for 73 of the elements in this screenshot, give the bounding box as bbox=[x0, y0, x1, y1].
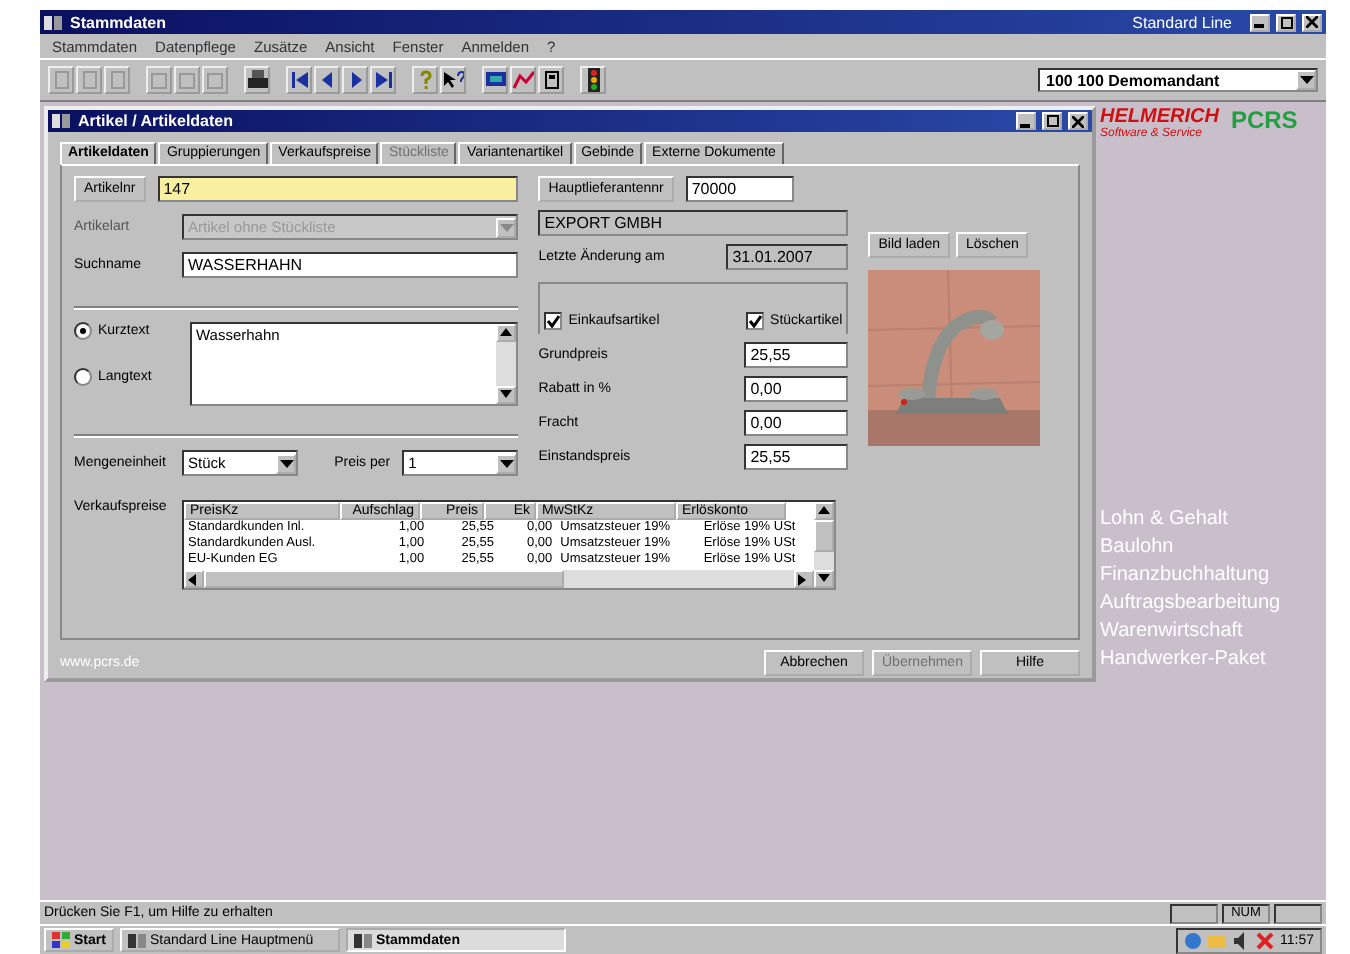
close-icon bbox=[1306, 16, 1318, 28]
printer-icon[interactable] bbox=[244, 66, 270, 94]
clipboard-icon[interactable] bbox=[174, 66, 200, 94]
scroll-thumb[interactable] bbox=[814, 520, 834, 552]
window-title: Artikel / Artikeldaten bbox=[78, 112, 234, 130]
traffic-light-icon[interactable] bbox=[580, 66, 606, 94]
supplier-number-field[interactable]: 70000 bbox=[685, 176, 794, 202]
dropdown-button[interactable] bbox=[1296, 70, 1316, 90]
window-title: Stammdaten bbox=[70, 13, 167, 31]
calculator-icon[interactable] bbox=[538, 66, 564, 94]
scrollbar[interactable] bbox=[184, 570, 814, 588]
brand-mark: PCRS bbox=[1230, 106, 1298, 134]
last-record-icon[interactable] bbox=[370, 66, 396, 94]
window-icon bbox=[52, 112, 72, 130]
window-icon bbox=[127, 932, 146, 948]
restore-button[interactable] bbox=[1276, 13, 1296, 31]
scroll-down-button[interactable] bbox=[814, 570, 834, 588]
dropdown-button[interactable] bbox=[276, 453, 297, 473]
maximize-button[interactable] bbox=[1042, 112, 1062, 130]
product-label: Baulohn bbox=[1100, 534, 1176, 562]
dropdown-value: 100 100 Demomandant bbox=[1046, 71, 1220, 89]
windows-logo-icon bbox=[52, 932, 70, 948]
minimize-button[interactable] bbox=[1250, 13, 1270, 31]
context-help-icon[interactable] bbox=[440, 66, 466, 94]
radio-button[interactable] bbox=[74, 322, 92, 340]
first-record-icon[interactable] bbox=[286, 66, 312, 94]
clipboard-icon[interactable] bbox=[202, 66, 228, 94]
scroll-up-button[interactable] bbox=[496, 324, 517, 342]
maximize-icon bbox=[1045, 114, 1059, 128]
status-pane bbox=[1170, 903, 1218, 923]
close-button[interactable] bbox=[1302, 13, 1322, 31]
price-field[interactable]: 0,00 bbox=[744, 376, 849, 402]
status-pane bbox=[1274, 903, 1322, 923]
radio-button[interactable] bbox=[74, 368, 92, 386]
price-field[interactable]: 25,55 bbox=[744, 444, 849, 470]
scrollbar[interactable] bbox=[814, 502, 834, 588]
scrollbar[interactable] bbox=[496, 324, 517, 404]
price-field[interactable]: 0,00 bbox=[744, 410, 849, 436]
last-change-field: 31.01.2007 bbox=[726, 244, 849, 270]
restore-icon bbox=[1279, 15, 1293, 29]
clipboard-icon[interactable] bbox=[146, 66, 172, 94]
product-label: Auftragsbearbeitung bbox=[1100, 590, 1283, 618]
network-error-icon[interactable] bbox=[1256, 931, 1274, 949]
product-label: Lohn & Gehalt bbox=[1100, 506, 1230, 534]
close-icon bbox=[1072, 115, 1084, 127]
window-icon bbox=[353, 932, 372, 948]
globe-icon[interactable] bbox=[1184, 931, 1202, 949]
minimize-button[interactable] bbox=[1016, 112, 1036, 130]
previous-record-icon[interactable] bbox=[314, 66, 340, 94]
article-number-field[interactable]: 147 bbox=[157, 176, 519, 202]
checkbox[interactable] bbox=[746, 312, 765, 330]
scroll-down-button[interactable] bbox=[496, 386, 517, 404]
product-label: Finanzbuchhaltung bbox=[1100, 562, 1272, 590]
app-icon bbox=[44, 13, 64, 31]
monitor-icon[interactable] bbox=[482, 66, 508, 94]
edition-label: Standard Line bbox=[1132, 13, 1232, 31]
product-label: Warenwirtschaft bbox=[1100, 618, 1245, 646]
brand-name: HELMERICH bbox=[1100, 106, 1219, 128]
client-dropdown[interactable]: 100 100 Demomandant bbox=[1038, 68, 1318, 92]
supplier-name-field: EXPORT GMBH bbox=[538, 210, 849, 236]
scroll-thumb[interactable] bbox=[204, 570, 564, 588]
chart-icon[interactable] bbox=[510, 66, 536, 94]
close-button[interactable] bbox=[1068, 112, 1088, 130]
scroll-right-button[interactable] bbox=[794, 570, 814, 588]
scroll-left-button[interactable] bbox=[184, 570, 204, 588]
scroll-up-button[interactable] bbox=[814, 502, 834, 520]
checkbox[interactable] bbox=[544, 312, 563, 330]
product-label: Handwerker-Paket bbox=[1100, 646, 1268, 674]
search-name-field[interactable]: WASSERHAHN bbox=[182, 252, 519, 278]
next-record-icon[interactable] bbox=[342, 66, 368, 94]
speaker-icon[interactable] bbox=[1232, 931, 1250, 949]
dropdown-button[interactable] bbox=[496, 453, 517, 473]
price-field[interactable]: 25,55 bbox=[744, 342, 849, 368]
